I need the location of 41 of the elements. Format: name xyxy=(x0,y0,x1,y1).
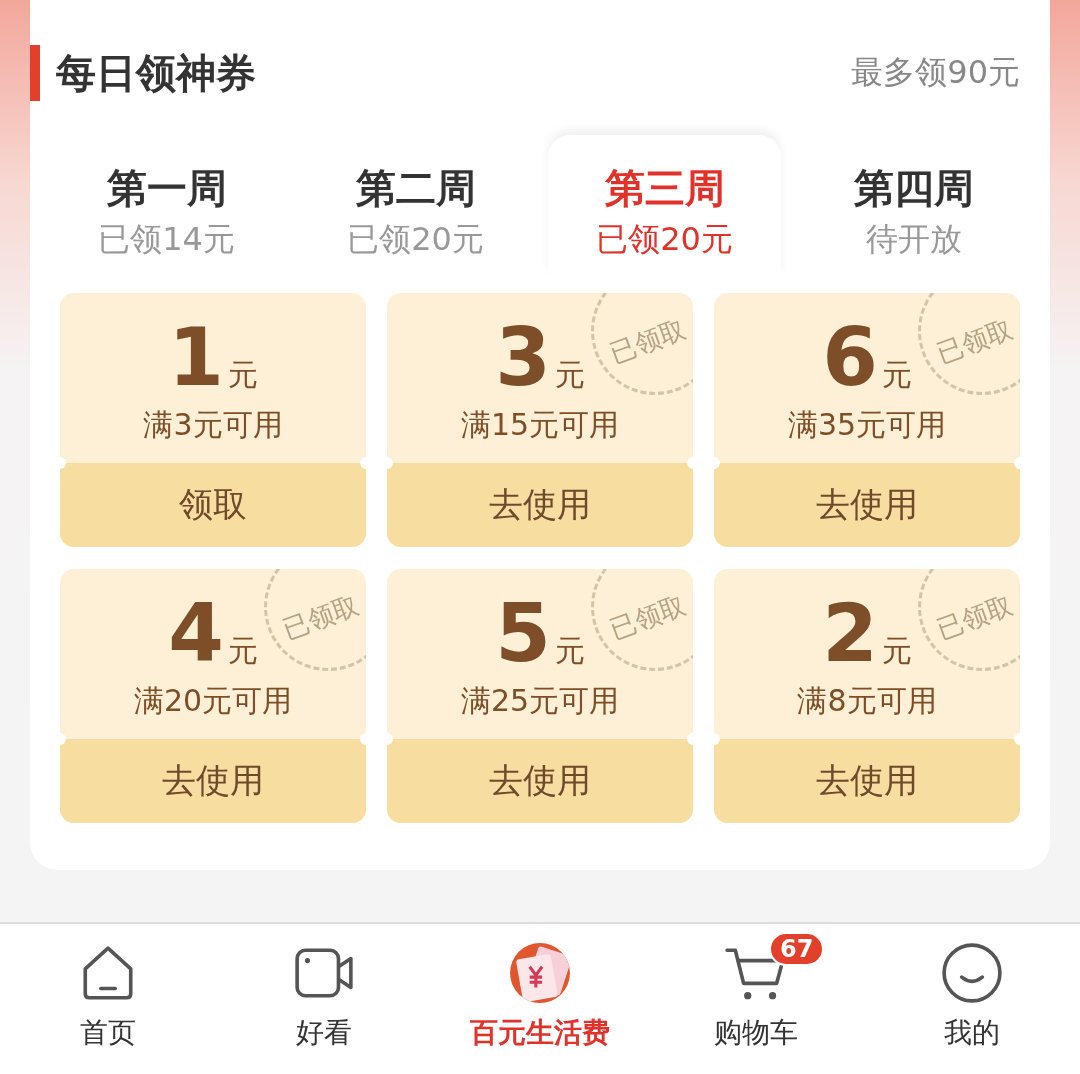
week-tab[interactable]: 第二周 已领20元 xyxy=(299,135,532,277)
coupon-button[interactable]: 去使用 xyxy=(60,739,366,823)
claimed-stamp: 已领取 xyxy=(918,569,1020,671)
coupon-amount: 2 xyxy=(822,591,878,677)
coupon-amount: 5 xyxy=(495,591,551,677)
week-tab[interactable]: 第四周 待开放 xyxy=(797,135,1030,277)
coupon-amount: 4 xyxy=(168,591,224,677)
accent-bar xyxy=(30,45,40,101)
currency-unit: 元 xyxy=(227,632,258,670)
coupon-amount: 3 xyxy=(495,315,551,401)
coupon-button[interactable]: 去使用 xyxy=(714,739,1020,823)
currency-unit: 元 xyxy=(881,356,912,394)
coupon-button[interactable]: 领取 xyxy=(60,463,366,547)
smiley-face-icon xyxy=(941,942,1003,1004)
coupon-button[interactable]: 去使用 xyxy=(714,463,1020,547)
coupon-condition: 满20元可用 xyxy=(133,682,293,720)
coupon-amount: 1 xyxy=(168,315,224,401)
coupon-condition: 满35元可用 xyxy=(787,406,947,444)
week-tab[interactable]: 第三周 已领20元 xyxy=(548,135,781,277)
count-badge: 67 xyxy=(769,932,825,966)
currency-unit: 元 xyxy=(554,632,585,670)
coupon-condition: 满8元可用 xyxy=(797,682,937,720)
money-envelope-icon xyxy=(509,942,571,1004)
coupon-condition: 满25元可用 xyxy=(460,682,620,720)
coupon-condition: 满3元可用 xyxy=(143,406,283,444)
coupon-condition: 满15元可用 xyxy=(460,406,620,444)
section-title: 每日领神券 xyxy=(56,48,256,98)
nav-item[interactable]: 好看 xyxy=(216,924,432,1074)
currency-unit: 元 xyxy=(554,356,585,394)
coupon-button[interactable]: 去使用 xyxy=(387,463,693,547)
nav-item[interactable]: 67 购物车 xyxy=(648,924,864,1074)
currency-unit: 元 xyxy=(227,356,258,394)
nav-item[interactable]: 首页 xyxy=(0,924,216,1074)
currency-unit: 元 xyxy=(881,632,912,670)
claimed-stamp: 已领取 xyxy=(918,293,1020,395)
coupon-amount: 6 xyxy=(822,315,878,401)
limit-note: 最多领90元 xyxy=(851,52,1020,93)
nav-item[interactable]: 我的 xyxy=(864,924,1080,1074)
coupon-button[interactable]: 去使用 xyxy=(387,739,693,823)
week-tab[interactable]: 第一周 已领14元 xyxy=(50,135,283,277)
nav-item[interactable]: 百元生活费 xyxy=(432,924,648,1074)
